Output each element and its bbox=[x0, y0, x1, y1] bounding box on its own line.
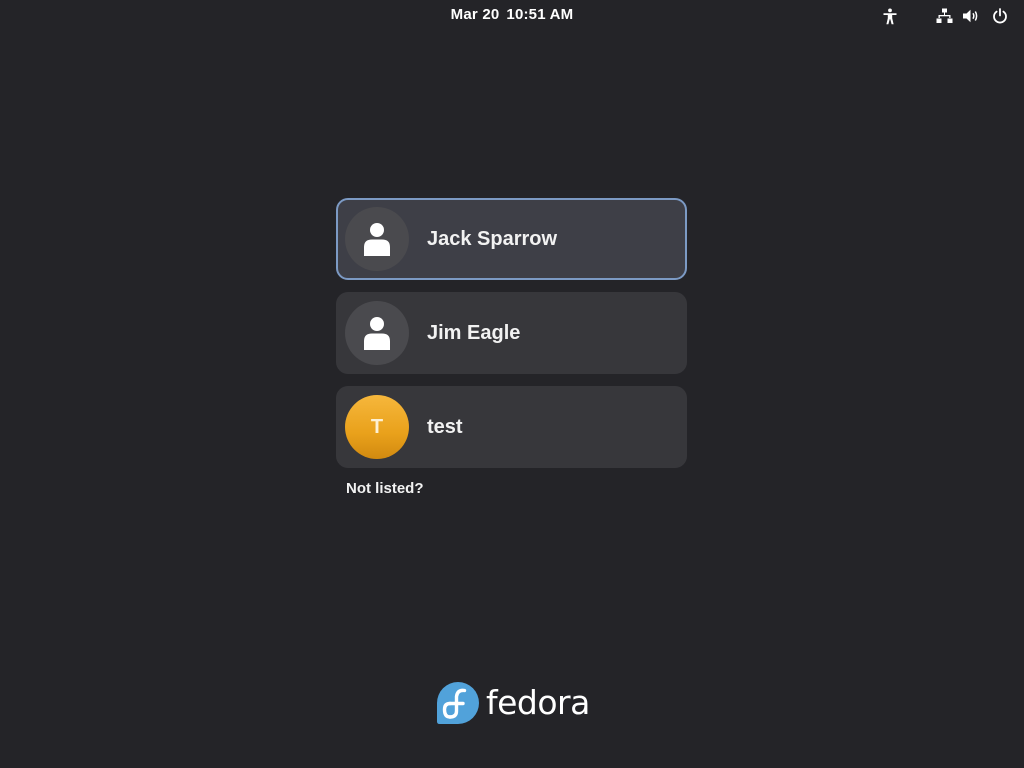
person-icon bbox=[364, 317, 390, 350]
user-name: test bbox=[427, 416, 463, 438]
user-name: Jack Sparrow bbox=[427, 228, 558, 250]
clock-date: Mar 20 bbox=[450, 6, 500, 23]
fedora-wordmark: fedora bbox=[486, 683, 590, 722]
login-screen: Mar 20 10:51 AM Jack Sparrow Jim Eagle T… bbox=[0, 0, 1024, 768]
clock[interactable]: Mar 20 10:51 AM bbox=[0, 6, 1024, 23]
fedora-logo: fedora bbox=[436, 680, 590, 726]
not-listed-link[interactable]: Not listed? bbox=[346, 480, 424, 497]
fedora-logo-icon bbox=[437, 682, 479, 724]
user-name: Jim Eagle bbox=[427, 322, 521, 344]
avatar-initial: T bbox=[345, 395, 409, 459]
clock-time: 10:51 AM bbox=[506, 6, 574, 23]
volume-icon[interactable] bbox=[961, 6, 981, 26]
user-item-test[interactable]: T test bbox=[336, 386, 687, 468]
top-bar: Mar 20 10:51 AM bbox=[0, 0, 1024, 32]
user-item-jack-sparrow[interactable]: Jack Sparrow bbox=[336, 198, 687, 280]
avatar bbox=[345, 207, 409, 271]
user-item-jim-eagle[interactable]: Jim Eagle bbox=[336, 292, 687, 374]
accessibility-icon[interactable] bbox=[880, 6, 900, 26]
power-icon[interactable] bbox=[990, 6, 1010, 26]
person-icon bbox=[364, 223, 390, 256]
avatar bbox=[345, 301, 409, 365]
network-icon[interactable] bbox=[934, 6, 954, 26]
user-list: Jack Sparrow Jim Eagle T test bbox=[336, 198, 687, 480]
